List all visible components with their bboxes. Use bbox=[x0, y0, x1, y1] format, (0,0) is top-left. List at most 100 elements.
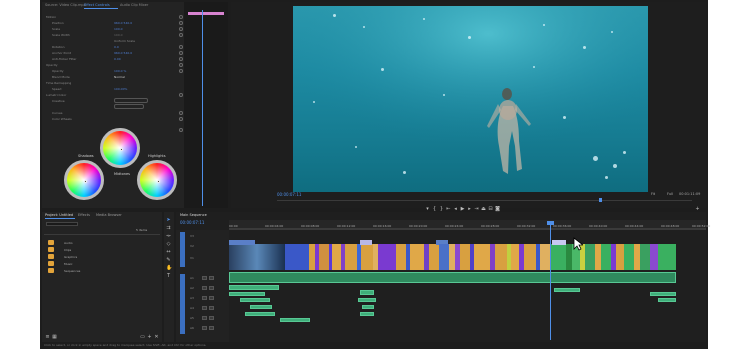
tab-effect-controls[interactable]: Effect Controls bbox=[84, 3, 110, 7]
audio-clip[interactable] bbox=[240, 298, 270, 302]
reset-icon[interactable] bbox=[179, 93, 183, 97]
video-clip-header[interactable] bbox=[229, 240, 255, 245]
reset-icon[interactable] bbox=[179, 63, 183, 67]
video-clip[interactable] bbox=[361, 244, 373, 270]
prop-value[interactable]: 100.0 bbox=[114, 27, 123, 31]
track-label[interactable]: A3 bbox=[190, 296, 194, 300]
slip-tool-icon[interactable]: ↔ bbox=[166, 250, 171, 255]
video-clip[interactable] bbox=[396, 244, 406, 270]
razor-tool-icon[interactable]: ◇ bbox=[166, 242, 171, 247]
prop-value[interactable]: 100.0 % bbox=[114, 69, 126, 73]
video-clip[interactable] bbox=[511, 244, 519, 270]
tab-project[interactable]: Project: Untitled bbox=[45, 213, 73, 217]
video-clip[interactable] bbox=[624, 244, 634, 270]
video-clip[interactable] bbox=[439, 244, 449, 270]
mute-button[interactable] bbox=[202, 286, 207, 290]
solo-button[interactable] bbox=[209, 316, 214, 320]
audio-clip[interactable] bbox=[360, 312, 374, 316]
reset-icon[interactable] bbox=[179, 45, 183, 49]
reset-icon[interactable] bbox=[179, 27, 183, 31]
video-clip[interactable] bbox=[474, 244, 490, 270]
track-label[interactable]: A4 bbox=[190, 306, 194, 310]
hand-tool-icon[interactable]: ✋ bbox=[166, 266, 172, 271]
program-timecode[interactable]: 00:00:07:11 bbox=[277, 192, 301, 197]
audio-patch[interactable] bbox=[180, 274, 185, 334]
mute-button[interactable] bbox=[202, 306, 207, 310]
tab-media-browser[interactable]: Media Browser bbox=[96, 213, 122, 217]
prop-value[interactable]: 100.0 bbox=[114, 33, 123, 37]
solo-button[interactable] bbox=[209, 326, 214, 330]
resolution-select[interactable]: Full bbox=[667, 192, 673, 196]
video-clip-header[interactable] bbox=[552, 240, 566, 245]
mute-button[interactable] bbox=[202, 326, 207, 330]
folder-name[interactable]: Music bbox=[64, 262, 73, 266]
tab-sequence[interactable]: Main Sequence bbox=[180, 213, 207, 217]
type-tool-icon[interactable]: T bbox=[166, 274, 171, 279]
prop-value[interactable]: 960.0 540.0 bbox=[114, 21, 132, 25]
lut-button[interactable] bbox=[114, 104, 144, 109]
reset-icon[interactable] bbox=[179, 33, 183, 37]
track-label[interactable]: A2 bbox=[190, 286, 194, 290]
video-clip-header[interactable] bbox=[360, 240, 372, 245]
video-clip[interactable] bbox=[616, 244, 624, 270]
audio-clip[interactable] bbox=[658, 298, 676, 302]
trash-icon[interactable]: ✕ bbox=[154, 335, 159, 340]
timeline-playhead[interactable] bbox=[550, 222, 551, 340]
prop-value[interactable]: 100.00% bbox=[114, 87, 127, 91]
video-clip[interactable] bbox=[378, 244, 396, 270]
audio-clip[interactable] bbox=[358, 298, 376, 302]
wheel-knob[interactable] bbox=[120, 148, 123, 151]
audio-clip[interactable] bbox=[250, 305, 272, 309]
list-view-icon[interactable]: ≡ bbox=[45, 335, 50, 340]
track-select-tool-icon[interactable]: ⇉ bbox=[166, 226, 171, 231]
video-clip[interactable] bbox=[345, 244, 357, 270]
audio-clip[interactable] bbox=[554, 288, 580, 292]
audio-clip[interactable] bbox=[650, 292, 676, 296]
search-input[interactable] bbox=[46, 222, 78, 226]
selection-tool-icon[interactable]: ➤ bbox=[166, 218, 171, 223]
video-clip[interactable] bbox=[332, 244, 341, 270]
audio-clip[interactable] bbox=[360, 290, 374, 295]
video-clip[interactable] bbox=[229, 244, 285, 270]
reset-icon[interactable] bbox=[179, 69, 183, 73]
tab-source[interactable]: Source: Video Clip.mp4 bbox=[45, 3, 86, 7]
blend-mode-select[interactable]: Normal bbox=[114, 75, 125, 79]
reset-icon[interactable] bbox=[179, 111, 183, 115]
reset-icon[interactable] bbox=[179, 51, 183, 55]
tab-audio-clip-mixer[interactable]: Audio Clip Mixer bbox=[120, 3, 148, 7]
new-item-icon[interactable]: + bbox=[147, 335, 152, 340]
reset-icon[interactable] bbox=[179, 21, 183, 25]
icon-view-icon[interactable]: ▦ bbox=[52, 335, 57, 340]
playhead-bar[interactable] bbox=[277, 200, 692, 201]
timeline-timecode[interactable]: 00:00:07:11 bbox=[180, 220, 204, 225]
solo-button[interactable] bbox=[209, 286, 214, 290]
folder-name[interactable]: Clips bbox=[64, 248, 71, 252]
mute-button[interactable] bbox=[202, 296, 207, 300]
video-clip[interactable] bbox=[460, 244, 470, 270]
pen-tool-icon[interactable]: ✎ bbox=[166, 258, 171, 263]
track-label[interactable]: V2 bbox=[190, 244, 194, 248]
audio-clip[interactable] bbox=[362, 305, 374, 309]
video-clip[interactable] bbox=[495, 244, 507, 270]
audio-clip[interactable] bbox=[280, 318, 310, 322]
folder-name[interactable]: Audio bbox=[64, 241, 73, 245]
video-clip[interactable] bbox=[550, 244, 566, 270]
video-clip[interactable] bbox=[285, 244, 309, 270]
prop-value[interactable]: 0.0 bbox=[114, 45, 119, 49]
midtones-wheel[interactable] bbox=[100, 128, 140, 168]
prop-value[interactable]: 0.00 bbox=[114, 57, 121, 61]
wheel-knob[interactable] bbox=[84, 180, 87, 183]
highlights-wheel[interactable] bbox=[137, 160, 177, 200]
ripple-edit-tool-icon[interactable]: ⟛ bbox=[166, 234, 171, 239]
mute-button[interactable] bbox=[202, 276, 207, 280]
audio-clip[interactable] bbox=[245, 312, 275, 316]
new-bin-icon[interactable]: ▭ bbox=[140, 335, 145, 340]
video-clip[interactable] bbox=[429, 244, 439, 270]
video-clip[interactable] bbox=[319, 244, 329, 270]
video-clip[interactable] bbox=[540, 244, 550, 270]
track-label[interactable]: A5 bbox=[190, 316, 194, 320]
video-clip[interactable] bbox=[585, 244, 595, 270]
audio-clip[interactable] bbox=[229, 285, 279, 290]
video-clip[interactable] bbox=[524, 244, 536, 270]
track-label[interactable]: A1 bbox=[190, 276, 194, 280]
